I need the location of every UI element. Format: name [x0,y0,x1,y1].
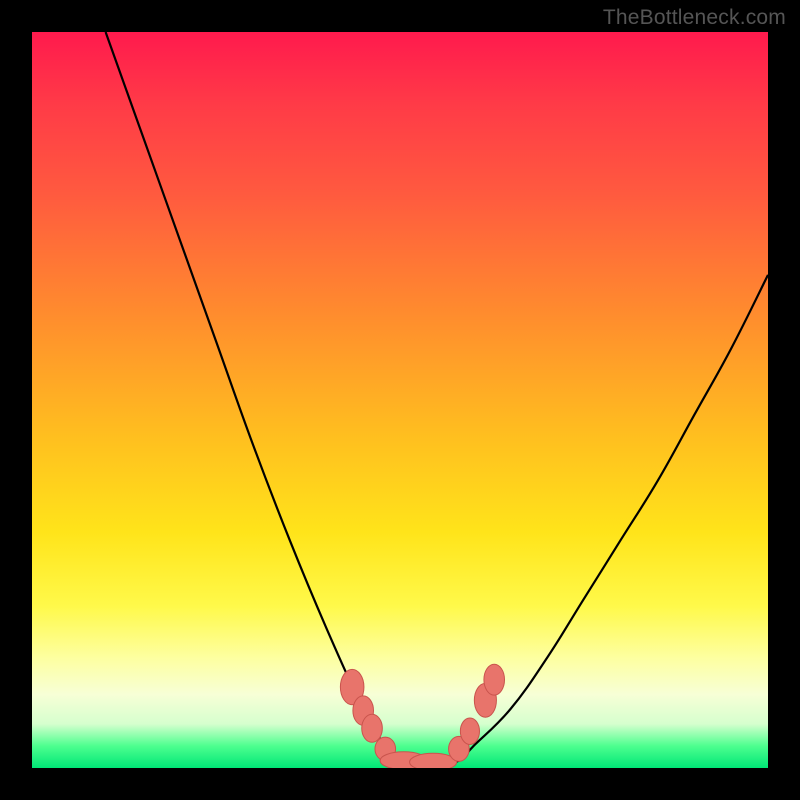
watermark-text: TheBottleneck.com [603,6,786,30]
marker-point [362,714,383,742]
chart-frame: TheBottleneck.com [0,0,800,800]
marker-point [484,664,505,695]
marker-point [460,718,479,745]
plot-area [32,32,768,768]
bottleneck-curve [106,32,768,765]
plot-svg [32,32,768,768]
markers-group [340,664,504,768]
